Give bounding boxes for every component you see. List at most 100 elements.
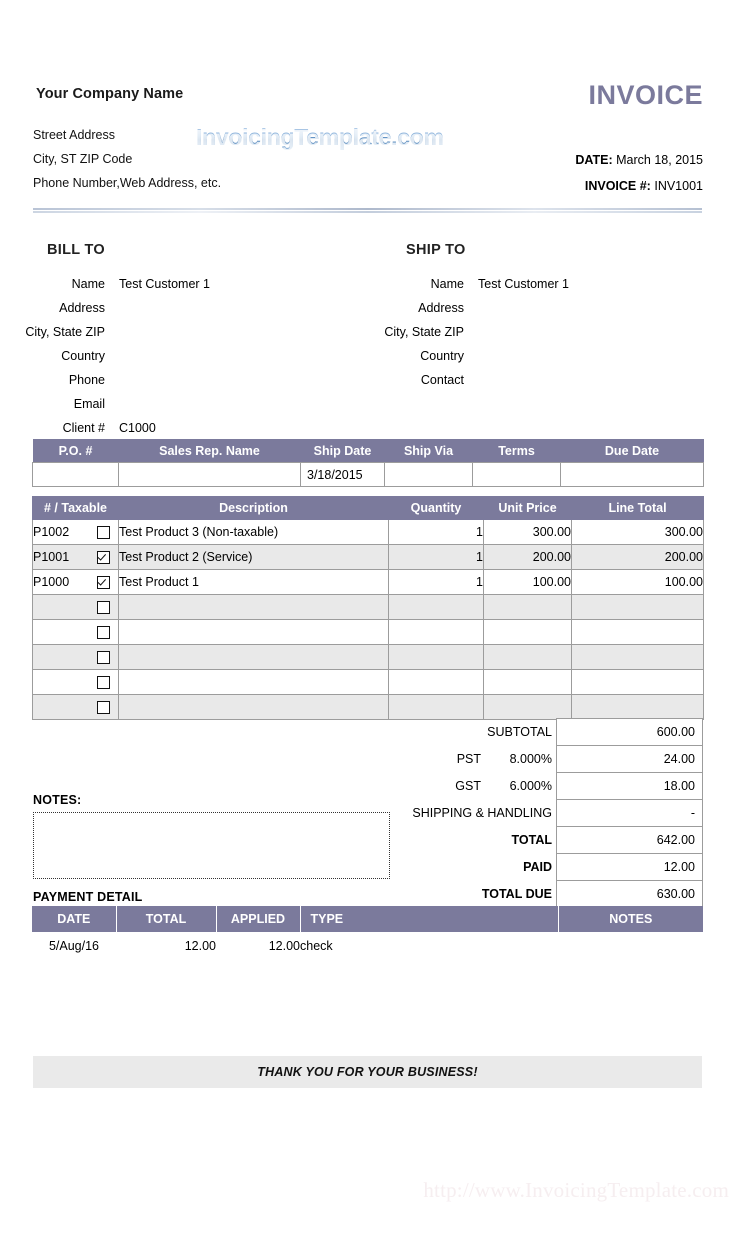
item-description[interactable] bbox=[118, 669, 389, 695]
item-quantity[interactable]: 1 bbox=[388, 569, 484, 595]
company-address-line: Phone Number,Web Address, etc. bbox=[33, 176, 222, 190]
notes-input[interactable] bbox=[33, 812, 390, 879]
taxable-checkbox[interactable] bbox=[96, 526, 110, 540]
item-unit-price[interactable] bbox=[483, 594, 572, 620]
item-quantity[interactable] bbox=[388, 619, 484, 645]
po-cell-ship-via[interactable] bbox=[384, 462, 473, 487]
item-description[interactable]: Test Product 3 (Non-taxable) bbox=[118, 519, 389, 545]
item-unit-price[interactable] bbox=[483, 669, 572, 695]
po-cell-terms[interactable] bbox=[472, 462, 561, 487]
ship-to-field-label: Country bbox=[420, 349, 464, 363]
taxable-checkbox[interactable] bbox=[96, 576, 110, 590]
item-unit-price[interactable]: 200.00 bbox=[483, 544, 572, 570]
taxable-checkbox[interactable] bbox=[96, 676, 110, 690]
item-number[interactable]: P1002 bbox=[32, 519, 89, 545]
item-description[interactable] bbox=[118, 644, 389, 670]
totals-rate[interactable]: 6.000% bbox=[485, 773, 557, 800]
item-description[interactable] bbox=[118, 619, 389, 645]
payment-date[interactable]: 5/Aug/16 bbox=[32, 932, 116, 960]
item-description[interactable]: Test Product 1 bbox=[118, 569, 389, 595]
item-line-total[interactable] bbox=[571, 594, 704, 620]
item-line-total[interactable]: 100.00 bbox=[571, 569, 704, 595]
item-quantity[interactable]: 1 bbox=[388, 519, 484, 545]
item-unit-price[interactable]: 300.00 bbox=[483, 519, 572, 545]
totals-value[interactable]: 24.00 bbox=[556, 745, 703, 773]
item-description[interactable]: Test Product 2 (Service) bbox=[118, 544, 389, 570]
item-quantity[interactable]: 1 bbox=[388, 544, 484, 570]
item-number[interactable]: P1001 bbox=[32, 544, 89, 570]
item-unit-price[interactable]: 100.00 bbox=[483, 569, 572, 595]
item-line-total[interactable]: 200.00 bbox=[571, 544, 704, 570]
table-row bbox=[32, 594, 704, 620]
totals-value[interactable]: - bbox=[556, 799, 703, 827]
item-quantity[interactable] bbox=[388, 594, 484, 620]
po-cell-po-number[interactable] bbox=[32, 462, 119, 487]
totals-label: TOTAL bbox=[511, 833, 552, 847]
totals-value[interactable]: 18.00 bbox=[556, 772, 703, 800]
bill-to-title: BILL TO bbox=[47, 242, 105, 258]
item-line-total[interactable] bbox=[571, 619, 704, 645]
payment-notes[interactable] bbox=[558, 932, 703, 960]
po-cell-sales-rep[interactable] bbox=[118, 462, 301, 487]
bill-to-field-label: City, State ZIP bbox=[25, 325, 105, 339]
ship-to-field-value[interactable]: Test Customer 1 bbox=[464, 272, 569, 296]
invoice-date-label: DATE: bbox=[575, 153, 613, 167]
item-number[interactable] bbox=[32, 669, 89, 695]
ship-to-field-label: Address bbox=[418, 301, 464, 315]
payment-type[interactable]: check bbox=[300, 932, 558, 960]
bill-to-field-value[interactable]: Test Customer 1 bbox=[105, 272, 210, 296]
item-quantity[interactable] bbox=[388, 669, 484, 695]
item-description[interactable] bbox=[118, 594, 389, 620]
table-row bbox=[32, 644, 704, 670]
payment-total[interactable]: 12.00 bbox=[116, 932, 216, 960]
totals-value[interactable]: 600.00 bbox=[556, 718, 703, 746]
totals-table: SUBTOTAL 600.00 PST 8.000% 24.00 GST 6.000% 18.… bbox=[400, 718, 703, 908]
item-line-total[interactable]: 300.00 bbox=[571, 519, 704, 545]
totals-value[interactable]: 642.00 bbox=[556, 826, 703, 854]
item-line-total[interactable] bbox=[571, 694, 704, 720]
totals-rate[interactable]: 8.000% bbox=[485, 746, 557, 773]
po-column-header: P.O. # bbox=[32, 439, 119, 463]
item-number[interactable] bbox=[32, 594, 89, 620]
po-column-header: Terms bbox=[472, 439, 561, 463]
totals-label: PST bbox=[456, 752, 481, 766]
item-number[interactable] bbox=[32, 644, 89, 670]
payment-column-header: TOTAL bbox=[116, 906, 217, 932]
totals-row: TOTAL 642.00 bbox=[400, 826, 703, 854]
bill-to-field-label: Country bbox=[61, 349, 105, 363]
item-number[interactable] bbox=[32, 619, 89, 645]
taxable-checkbox[interactable] bbox=[96, 626, 110, 640]
item-taxable-cell bbox=[88, 669, 119, 695]
item-description[interactable] bbox=[118, 694, 389, 720]
totals-value[interactable]: 12.00 bbox=[556, 853, 703, 881]
payment-applied[interactable]: 12.00 bbox=[216, 932, 300, 960]
item-number[interactable]: P1000 bbox=[32, 569, 89, 595]
item-unit-price[interactable] bbox=[483, 644, 572, 670]
invoice-date-value: March 18, 2015 bbox=[616, 153, 703, 167]
totals-value[interactable]: 630.00 bbox=[556, 880, 703, 908]
ship-to-fields: Name Test Customer 1 Address City, State ZI… bbox=[354, 272, 735, 392]
bill-to-field-value[interactable]: C1000 bbox=[105, 416, 156, 440]
item-line-total[interactable] bbox=[571, 669, 704, 695]
item-taxable-cell bbox=[88, 544, 119, 570]
taxable-checkbox[interactable] bbox=[96, 601, 110, 615]
site-watermark: http://www.InvoicingTemplate.com bbox=[423, 1178, 729, 1202]
item-quantity[interactable] bbox=[388, 694, 484, 720]
payment-detail-table: DATE TOTAL APPLIED TYPE NOTES 5/Aug/16 12.00 1… bbox=[32, 906, 703, 960]
taxable-checkbox[interactable] bbox=[96, 701, 110, 715]
item-quantity[interactable] bbox=[388, 644, 484, 670]
item-unit-price[interactable] bbox=[483, 619, 572, 645]
invoice-number-row: INVOICE #: INV1001 bbox=[575, 173, 703, 199]
po-cell-ship-date[interactable]: 3/18/2015 bbox=[300, 462, 385, 487]
table-row bbox=[32, 669, 704, 695]
po-column-header: Ship Date bbox=[300, 439, 385, 463]
invoice-number-value: INV1001 bbox=[654, 179, 703, 193]
taxable-checkbox[interactable] bbox=[96, 551, 110, 565]
taxable-checkbox[interactable] bbox=[96, 651, 110, 665]
invoice-date-row: DATE: March 18, 2015 bbox=[575, 147, 703, 173]
item-number[interactable] bbox=[32, 694, 89, 720]
item-unit-price[interactable] bbox=[483, 694, 572, 720]
item-line-total[interactable] bbox=[571, 644, 704, 670]
notes-label: NOTES: bbox=[33, 793, 82, 807]
po-cell-due-date[interactable] bbox=[560, 462, 704, 487]
